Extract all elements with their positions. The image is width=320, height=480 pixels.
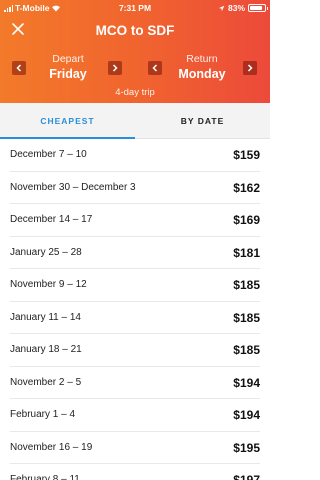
return-label: Return xyxy=(186,53,218,65)
result-dates: February 1 – 4 xyxy=(10,409,76,420)
return-next-button[interactable] xyxy=(243,61,257,75)
result-row[interactable]: January 18 – 21 $185 xyxy=(10,334,260,367)
result-dates: January 11 – 14 xyxy=(10,311,81,323)
result-row[interactable]: January 25 – 28 $181 xyxy=(10,237,260,269)
sort-tabs: CHEAPEST BY DATE xyxy=(0,103,270,139)
return-selector[interactable]: Return Monday xyxy=(162,53,242,81)
chevron-right-icon xyxy=(247,64,253,72)
depart-day: Friday xyxy=(49,67,87,81)
tab-cheapest[interactable]: CHEAPEST xyxy=(0,103,135,139)
return-day: Monday xyxy=(178,67,226,81)
result-row[interactable]: November 9 – 12 $185 xyxy=(10,269,260,302)
page-title: MCO to SDF xyxy=(95,23,175,38)
result-price: $159 xyxy=(233,148,260,162)
result-dates: February 8 – 11 xyxy=(10,474,80,480)
result-price: $195 xyxy=(233,440,260,455)
result-dates: November 2 – 5 xyxy=(10,376,82,388)
trip-length: 4-day trip xyxy=(115,87,155,98)
status-right: 83% xyxy=(218,3,268,13)
depart-prev-button[interactable] xyxy=(12,61,26,75)
battery-level xyxy=(250,6,262,10)
result-price: $169 xyxy=(233,213,260,227)
result-price: $181 xyxy=(233,245,260,260)
result-price: $185 xyxy=(233,343,260,357)
result-dates: December 14 – 17 xyxy=(10,214,93,225)
result-row[interactable]: November 2 – 5 $194 xyxy=(10,367,260,399)
result-dates: January 25 – 28 xyxy=(10,246,82,258)
depart-label: Depart xyxy=(52,53,84,65)
result-dates: November 30 – December 3 xyxy=(10,181,136,193)
chevron-right-icon xyxy=(112,64,118,72)
result-row[interactable]: December 7 – 10 $159 xyxy=(10,139,260,172)
result-dates: January 18 – 21 xyxy=(10,344,82,355)
result-price: $185 xyxy=(233,310,260,325)
battery-percent: 83% xyxy=(227,3,245,13)
location-arrow-icon xyxy=(218,5,225,11)
header: T-Mobile 7:31 PM 83% MCO to SDF Depart F… xyxy=(0,0,270,103)
tab-by-date[interactable]: BY DATE xyxy=(135,103,270,139)
result-price: $194 xyxy=(233,408,260,422)
result-price: $194 xyxy=(233,375,260,390)
chevron-left-icon xyxy=(16,64,22,72)
result-row[interactable]: February 8 – 11 $197 xyxy=(10,464,260,480)
result-price: $197 xyxy=(233,473,260,480)
status-bar: T-Mobile 7:31 PM 83% xyxy=(0,0,270,16)
battery-icon xyxy=(248,4,268,12)
result-dates: November 9 – 12 xyxy=(10,279,87,290)
chevron-left-icon xyxy=(152,64,158,72)
result-row[interactable]: November 30 – December 3 $162 xyxy=(10,172,260,204)
result-row[interactable]: February 1 – 4 $194 xyxy=(10,399,260,432)
return-prev-button[interactable] xyxy=(148,61,162,75)
depart-selector[interactable]: Depart Friday xyxy=(28,53,108,81)
results-list: December 7 – 10 $159 November 30 – Decembe… xyxy=(0,139,270,480)
result-dates: November 16 – 19 xyxy=(10,441,93,453)
depart-next-button[interactable] xyxy=(108,61,122,75)
result-price: $185 xyxy=(233,278,260,292)
result-price: $162 xyxy=(233,180,260,195)
result-row[interactable]: December 14 – 17 $169 xyxy=(10,204,260,237)
result-row[interactable]: November 16 – 19 $195 xyxy=(10,432,260,464)
result-dates: December 7 – 10 xyxy=(10,149,87,160)
result-row[interactable]: January 11 – 14 $185 xyxy=(10,302,260,334)
